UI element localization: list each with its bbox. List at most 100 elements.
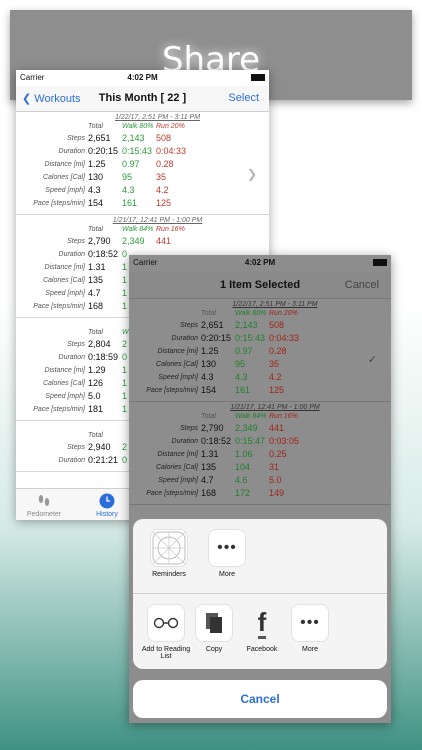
run-value: 4.2 — [269, 372, 282, 382]
action-label: Reminders — [152, 571, 186, 578]
run-header: Run 16% — [156, 226, 185, 233]
metric-row: Calories [Cal] 130 95 35 — [16, 171, 269, 184]
entry-date: 1/22/17, 2:51 PM - 3:11 PM — [114, 114, 201, 121]
metric-row: Distance [mi] 1.25 0.97 0.28 — [129, 345, 391, 358]
metric-label: Speed [mph] — [158, 374, 198, 381]
battery-icon — [373, 259, 387, 266]
run-value: 125 — [269, 385, 285, 395]
total-value: 1.29 — [88, 365, 106, 375]
total-value: 181 — [88, 404, 104, 414]
entry-date: 1/21/17, 12:41 PM - 1:00 PM — [112, 217, 203, 224]
workout-entry[interactable]: 1/22/17, 2:51 PM - 3:11 PM Total Walk 80% R… — [16, 112, 269, 215]
total-value: 0:18:52 — [201, 436, 232, 446]
metric-label: Speed [mph] — [158, 477, 198, 484]
action-label: Add to Reading List — [141, 646, 191, 660]
metric-label: Distance [mi] — [157, 451, 198, 458]
walk-value: 0:15:47 — [235, 436, 266, 446]
tab-history[interactable]: History — [82, 493, 132, 518]
glasses-icon — [147, 604, 185, 642]
more-icon: ••• — [208, 529, 246, 567]
metric-row: Speed [mph] 4.7 4.6 5.0 — [129, 474, 391, 487]
metric-label: Duration — [58, 354, 85, 361]
total-value: 168 — [201, 488, 217, 498]
walk-value: 2,349 — [235, 423, 258, 433]
walk-header: Walk 80% — [235, 310, 267, 317]
share-screen: Carrier 4:02 PM 1 Item Selected Cancel 1… — [129, 255, 391, 723]
metric-row: Speed [mph] 4.3 4.3 4.2 — [129, 371, 391, 384]
metric-row: Distance [mi] 1.25 0.97 0.28 — [16, 158, 269, 171]
metric-label: Speed [mph] — [45, 290, 85, 297]
metric-label: Duration — [58, 251, 85, 258]
total-header: Total — [88, 432, 103, 439]
metric-row: Steps 2,790 2,349 441 — [129, 422, 391, 435]
workout-entry[interactable]: 1/21/17, 12:41 PM - 1:00 PM Total Walk 84%… — [129, 402, 391, 505]
total-value: 1.25 — [201, 346, 219, 356]
metric-label: Duration — [171, 335, 198, 342]
walk-value: 4.6 — [235, 475, 248, 485]
tab-pedometer[interactable]: Pedometer — [19, 493, 69, 518]
metric-row: Duration 0:18:52 0:15:47 0:03:05 — [129, 435, 391, 448]
total-value: 4.3 — [88, 185, 101, 195]
total-value: 1.31 — [88, 262, 106, 272]
metric-label: Duration — [171, 438, 198, 445]
metric-row: Distance [mi] 1.31 1.06 0.25 — [129, 448, 391, 461]
run-header: Run 16% — [269, 413, 298, 420]
run-value: 5.0 — [269, 475, 282, 485]
entry-date: 1/22/17, 2:51 PM - 3:11 PM — [232, 301, 318, 308]
total-header: Total — [88, 329, 103, 336]
metric-row: Steps 2,790 2,349 441 — [16, 235, 269, 248]
metric-row: Pace [steps/min] 168 172 149 — [129, 487, 391, 500]
status-time: 4:02 PM — [127, 73, 158, 82]
action-label: More — [302, 646, 318, 653]
facebook-icon: f — [257, 606, 267, 639]
run-value: 0.28 — [269, 346, 287, 356]
workout-list[interactable]: 1/22/17, 2:51 PM - 3:11 PM Total Walk 80% R… — [129, 299, 391, 505]
column-headers: Total Walk 84% Run 16% — [129, 411, 391, 422]
total-header: Total — [201, 310, 216, 317]
metric-label: Pace [steps/min] — [146, 387, 198, 394]
total-value: 0:18:52 — [88, 249, 119, 259]
metric-label: Calories [Cal] — [42, 174, 85, 181]
metric-row: Pace [steps/min] 154 161 125 — [16, 197, 269, 210]
cancel-button[interactable]: Cancel — [133, 680, 387, 718]
total-value: 5.0 — [88, 391, 101, 401]
walk-value: 2,143 — [235, 320, 258, 330]
metric-label: Pace [steps/min] — [33, 303, 85, 310]
cancel-selection-button[interactable]: Cancel — [345, 279, 379, 291]
metric-label: Pace [steps/min] — [33, 406, 85, 413]
total-value: 2,651 — [201, 320, 224, 330]
share-more-apps[interactable]: ••• More — [199, 529, 255, 578]
status-bar: Carrier 4:02 PM — [16, 70, 269, 86]
metric-label: Steps — [67, 341, 85, 348]
total-value: 0:18:59 — [88, 352, 119, 362]
share-reminders[interactable]: Reminders — [141, 529, 197, 578]
workout-entry[interactable]: 1/22/17, 2:51 PM - 3:11 PM Total Walk 80% R… — [129, 299, 391, 402]
total-value: 168 — [88, 301, 104, 311]
entry-date: 1/21/17, 12:41 PM - 1:00 PM — [230, 404, 320, 411]
run-value: 35 — [156, 172, 167, 182]
total-value: 130 — [201, 359, 217, 369]
metric-label: Duration — [58, 148, 85, 155]
column-headers: Total Walk 80% Run 20% — [129, 308, 391, 319]
walk-value: 2,143 — [122, 133, 145, 143]
run-header: Run 20% — [156, 123, 185, 130]
reminders-icon — [150, 529, 188, 567]
run-value: 508 — [269, 320, 285, 330]
nav-bar: ❮ Workouts This Month [ 22 ] Select — [16, 86, 269, 112]
action-more[interactable]: ••• More — [282, 604, 338, 653]
total-value: 0:20:15 — [88, 146, 119, 156]
metric-label: Distance [mi] — [157, 348, 198, 355]
more-icon: ••• — [291, 604, 329, 642]
select-button[interactable]: Select — [228, 92, 259, 104]
run-header: Run 20% — [269, 310, 298, 317]
walk-header: Walk 84% — [122, 226, 154, 233]
status-bar: Carrier 4:02 PM — [129, 255, 391, 271]
run-value: 441 — [269, 423, 285, 433]
walk-header: Walk 80% — [122, 123, 154, 130]
metric-row: Steps 2,651 2,143 508 — [129, 319, 391, 332]
run-value: 35 — [269, 359, 280, 369]
metric-label: Distance [mi] — [44, 161, 85, 168]
total-value: 154 — [88, 198, 104, 208]
